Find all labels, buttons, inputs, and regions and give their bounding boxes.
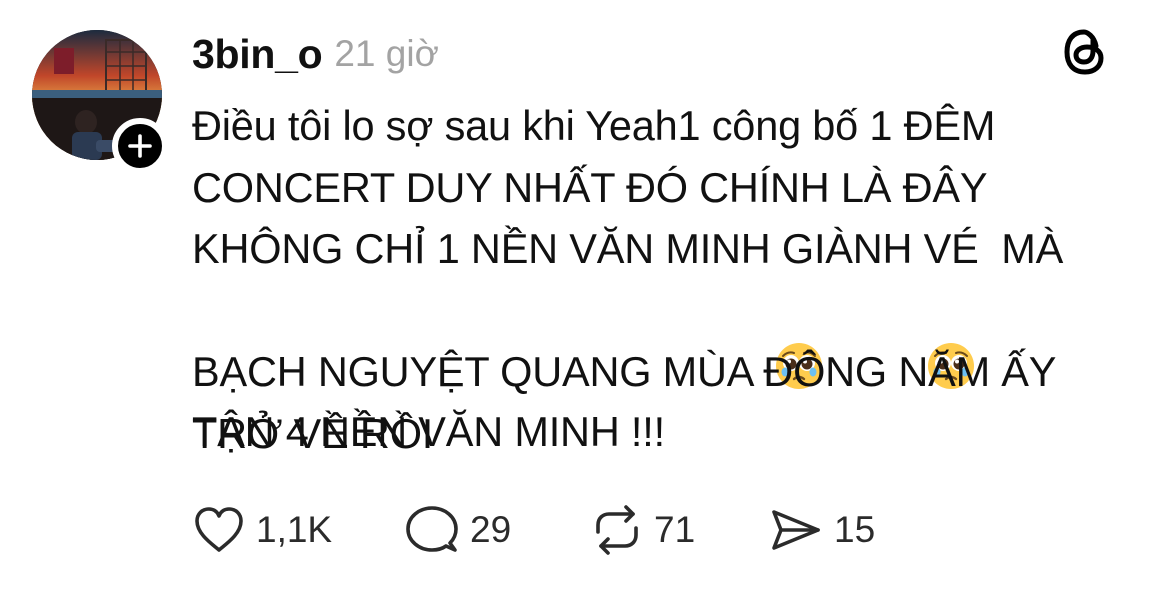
action-bar: 1,1K 29 71 15 [192, 500, 875, 560]
post-timestamp[interactable]: 21 giờ [334, 33, 439, 75]
post-text-line: TRỞ VỀ RỒI [192, 409, 434, 457]
post-text-line: CONCERT DUY NHẤT ĐÓ CHÍNH LÀ ĐÂY [192, 163, 988, 211]
threads-post: 3bin_o 21 giờ Điều tôi lo sợ sau khi Yea… [0, 0, 1170, 600]
repost-icon [596, 505, 638, 555]
plus-icon [128, 134, 152, 158]
threads-logo-icon[interactable] [1060, 26, 1110, 78]
post-header: 3bin_o 21 giờ [192, 26, 1130, 82]
share-count: 15 [834, 509, 876, 550]
repost-button[interactable]: 71 [590, 503, 768, 557]
comment-icon [406, 506, 458, 552]
avatar-container [32, 30, 168, 174]
post-body: Điều tôi lo sợ sau khi Yeah1 công bố 1 Đ… [192, 95, 1142, 464]
follow-button[interactable] [112, 118, 168, 174]
send-icon [772, 510, 820, 550]
reply-count: 29 [470, 509, 512, 550]
heart-icon [195, 507, 243, 552]
post-text-line-with-emoji: TẬN 4 NỀN VĂN MINH !!! [192, 280, 1142, 455]
post-text-line: BẠCH NGUYỆT QUANG MÙA ĐÔNG NĂM ẤY [192, 348, 1057, 395]
share-button[interactable]: 15 [768, 506, 875, 554]
post-text-line: KHÔNG CHỈ 1 NỀN VĂN MINH GIÀNH VÉ MÀ [192, 225, 1064, 272]
like-button[interactable]: 1,1K [192, 505, 404, 555]
reply-button[interactable]: 29 [404, 504, 590, 556]
repost-count: 71 [654, 509, 696, 550]
post-text-line: Điều tôi lo sợ sau khi Yeah1 công bố 1 Đ… [192, 102, 996, 149]
username[interactable]: 3bin_o [192, 31, 323, 78]
like-count: 1,1K [256, 509, 333, 550]
